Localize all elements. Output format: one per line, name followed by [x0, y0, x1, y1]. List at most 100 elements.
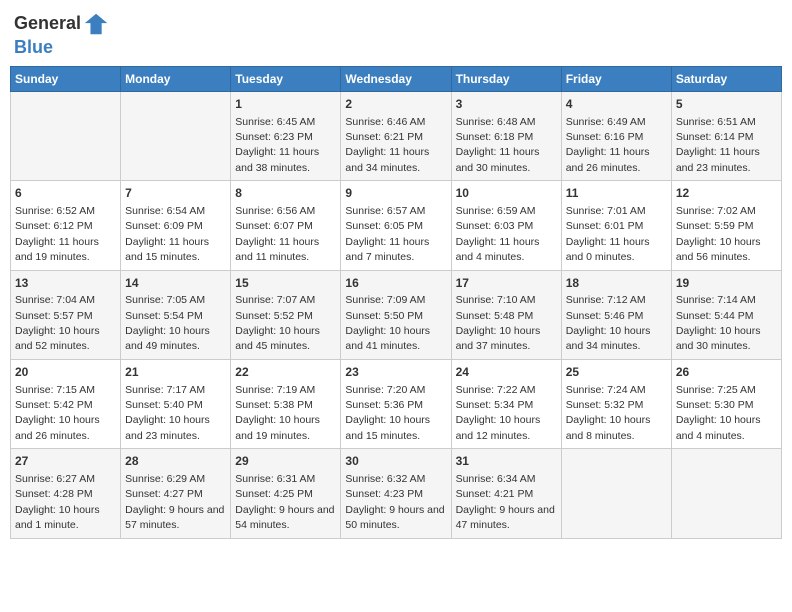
daylight-text: Daylight: 10 hours and 56 minutes. [676, 236, 761, 263]
daylight-text: Daylight: 11 hours and 38 minutes. [235, 146, 319, 173]
day-number: 15 [235, 275, 336, 292]
daylight-text: Daylight: 11 hours and 34 minutes. [345, 146, 429, 173]
daylight-text: Daylight: 11 hours and 19 minutes. [15, 236, 99, 263]
day-number: 20 [15, 364, 116, 381]
daylight-text: Daylight: 10 hours and 52 minutes. [15, 325, 100, 352]
sunrise-text: Sunrise: 7:19 AM [235, 384, 315, 396]
daylight-text: Daylight: 9 hours and 47 minutes. [456, 504, 555, 531]
sunrise-text: Sunrise: 6:27 AM [15, 473, 95, 485]
sunrise-text: Sunrise: 6:32 AM [345, 473, 425, 485]
calendar-cell: 27 Sunrise: 6:27 AM Sunset: 4:28 PM Dayligh… [11, 449, 121, 538]
sunrise-text: Sunrise: 7:05 AM [125, 294, 205, 306]
day-number: 3 [456, 96, 557, 113]
calendar-cell: 9Sunrise: 6:57 AMSunset: 6:05 PMDaylight… [341, 181, 451, 270]
sunset-text: Sunset: 4:27 PM [125, 488, 203, 500]
calendar-table: SundayMondayTuesdayWednesdayThursdayFrid… [10, 66, 782, 539]
sunrise-text: Sunrise: 6:54 AM [125, 205, 205, 217]
calendar-cell: 21Sunrise: 7:17 AMSunset: 5:40 PMDayligh… [121, 359, 231, 448]
calendar-cell: 1Sunrise: 6:45 AMSunset: 6:23 PMDaylight… [231, 91, 341, 180]
daylight-text: Daylight: 10 hours and 1 minute. [15, 504, 100, 531]
sunset-text: Sunset: 5:30 PM [676, 399, 754, 411]
calendar-cell: 15Sunrise: 7:07 AMSunset: 5:52 PMDayligh… [231, 270, 341, 359]
daylight-text: Daylight: 10 hours and 49 minutes. [125, 325, 210, 352]
sunset-text: Sunset: 6:16 PM [566, 131, 644, 143]
day-of-week-header: Sunday [11, 66, 121, 91]
sunset-text: Sunset: 6:05 PM [345, 220, 423, 232]
sunrise-text: Sunrise: 7:01 AM [566, 205, 646, 217]
day-number: 7 [125, 185, 226, 202]
calendar-week-row: 20 Sunrise: 7:15 AM Sunset: 5:42 PM Dayligh… [11, 359, 782, 448]
calendar-cell: 31Sunrise: 6:34 AMSunset: 4:21 PMDayligh… [451, 449, 561, 538]
calendar-cell: 22Sunrise: 7:19 AMSunset: 5:38 PMDayligh… [231, 359, 341, 448]
sunset-text: Sunset: 5:44 PM [676, 310, 754, 322]
logo-icon [83, 10, 111, 38]
day-number: 22 [235, 364, 336, 381]
sunset-text: Sunset: 4:23 PM [345, 488, 423, 500]
sunset-text: Sunset: 6:09 PM [125, 220, 203, 232]
day-of-week-header: Thursday [451, 66, 561, 91]
calendar-cell [671, 449, 781, 538]
sunset-text: Sunset: 4:25 PM [235, 488, 313, 500]
day-number: 4 [566, 96, 667, 113]
daylight-text: Daylight: 11 hours and 4 minutes. [456, 236, 540, 263]
day-number: 25 [566, 364, 667, 381]
calendar-week-row: 27 Sunrise: 6:27 AM Sunset: 4:28 PM Dayligh… [11, 449, 782, 538]
day-number: 28 [125, 453, 226, 470]
sunset-text: Sunset: 5:36 PM [345, 399, 423, 411]
daylight-text: Daylight: 10 hours and 34 minutes. [566, 325, 651, 352]
sunset-text: Sunset: 5:59 PM [676, 220, 754, 232]
day-number: 2 [345, 96, 446, 113]
day-number: 11 [566, 185, 667, 202]
sunrise-text: Sunrise: 7:12 AM [566, 294, 646, 306]
daylight-text: Daylight: 9 hours and 57 minutes. [125, 504, 224, 531]
daylight-text: Daylight: 10 hours and 30 minutes. [676, 325, 761, 352]
sunset-text: Sunset: 4:21 PM [456, 488, 534, 500]
day-number: 10 [456, 185, 557, 202]
calendar-cell: 14Sunrise: 7:05 AMSunset: 5:54 PMDayligh… [121, 270, 231, 359]
calendar-cell: 25Sunrise: 7:24 AMSunset: 5:32 PMDayligh… [561, 359, 671, 448]
calendar-cell: 23Sunrise: 7:20 AMSunset: 5:36 PMDayligh… [341, 359, 451, 448]
daylight-text: Daylight: 10 hours and 45 minutes. [235, 325, 320, 352]
calendar-week-row: 1Sunrise: 6:45 AMSunset: 6:23 PMDaylight… [11, 91, 782, 180]
sunrise-text: Sunrise: 7:04 AM [15, 294, 95, 306]
day-number: 12 [676, 185, 777, 202]
day-number: 8 [235, 185, 336, 202]
daylight-text: Daylight: 11 hours and 26 minutes. [566, 146, 650, 173]
page-header: General Blue [10, 10, 782, 58]
daylight-text: Daylight: 10 hours and 15 minutes. [345, 414, 430, 441]
sunrise-text: Sunrise: 6:49 AM [566, 116, 646, 128]
sunrise-text: Sunrise: 7:15 AM [15, 384, 95, 396]
calendar-cell: 11Sunrise: 7:01 AMSunset: 6:01 PMDayligh… [561, 181, 671, 270]
daylight-text: Daylight: 10 hours and 8 minutes. [566, 414, 651, 441]
sunrise-text: Sunrise: 7:10 AM [456, 294, 536, 306]
day-number: 24 [456, 364, 557, 381]
sunrise-text: Sunrise: 6:34 AM [456, 473, 536, 485]
sunset-text: Sunset: 5:42 PM [15, 399, 93, 411]
day-number: 29 [235, 453, 336, 470]
day-number: 9 [345, 185, 446, 202]
calendar-cell: 7Sunrise: 6:54 AMSunset: 6:09 PMDaylight… [121, 181, 231, 270]
calendar-week-row: 13Sunrise: 7:04 AMSunset: 5:57 PMDayligh… [11, 270, 782, 359]
calendar-cell: 19Sunrise: 7:14 AMSunset: 5:44 PMDayligh… [671, 270, 781, 359]
day-of-week-header: Monday [121, 66, 231, 91]
sunset-text: Sunset: 5:52 PM [235, 310, 313, 322]
daylight-text: Daylight: 10 hours and 37 minutes. [456, 325, 541, 352]
sunrise-text: Sunrise: 7:14 AM [676, 294, 756, 306]
day-number: 27 [15, 453, 116, 470]
sunrise-text: Sunrise: 6:56 AM [235, 205, 315, 217]
calendar-cell: 18Sunrise: 7:12 AMSunset: 5:46 PMDayligh… [561, 270, 671, 359]
day-number: 6 [15, 185, 116, 202]
calendar-cell: 10Sunrise: 6:59 AMSunset: 6:03 PMDayligh… [451, 181, 561, 270]
logo-text: General [14, 14, 81, 34]
sunrise-text: Sunrise: 7:22 AM [456, 384, 536, 396]
calendar-cell: 29Sunrise: 6:31 AMSunset: 4:25 PMDayligh… [231, 449, 341, 538]
sunset-text: Sunset: 5:57 PM [15, 310, 93, 322]
sunrise-text: Sunrise: 7:25 AM [676, 384, 756, 396]
daylight-text: Daylight: 11 hours and 30 minutes. [456, 146, 540, 173]
sunset-text: Sunset: 4:28 PM [15, 488, 93, 500]
calendar-cell: 6Sunrise: 6:52 AMSunset: 6:12 PMDaylight… [11, 181, 121, 270]
calendar-cell: 4 Sunrise: 6:49 AM Sunset: 6:16 PM Daylight… [561, 91, 671, 180]
day-number: 23 [345, 364, 446, 381]
sunset-text: Sunset: 5:34 PM [456, 399, 534, 411]
calendar-cell: 5Sunrise: 6:51 AMSunset: 6:14 PMDaylight… [671, 91, 781, 180]
